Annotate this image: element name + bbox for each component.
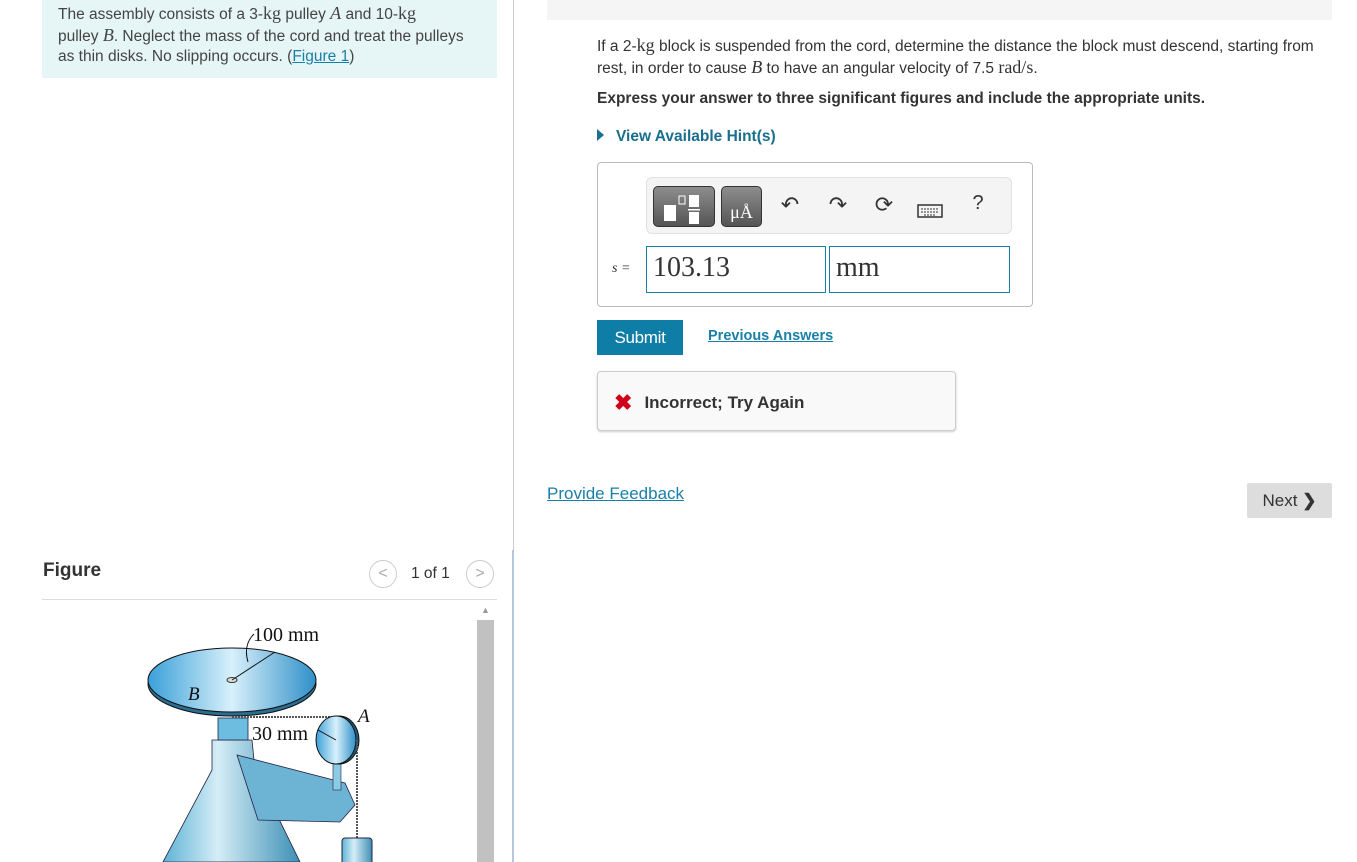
scrollbar-thumb[interactable] bbox=[477, 620, 494, 862]
intro-text: The assembly consists of a 3- bbox=[58, 6, 264, 23]
hint-toggle[interactable]: View Available Hint(s) bbox=[597, 128, 776, 146]
math-toolbar: μÅ ↶ ↷ ⟳ ? bbox=[646, 177, 1012, 234]
close-x-icon: ✖ bbox=[614, 390, 633, 415]
label-100mm: 100 mm bbox=[253, 624, 320, 646]
block bbox=[341, 837, 373, 862]
caret-right-icon bbox=[597, 129, 604, 141]
next-button[interactable]: Next ❯ bbox=[1247, 483, 1332, 518]
label-b: B bbox=[188, 684, 200, 705]
reset-icon[interactable]: ⟳ bbox=[869, 192, 899, 218]
unit-kg: kg bbox=[636, 35, 655, 55]
unit-rad-s: rad/s bbox=[998, 57, 1034, 77]
unit-kg: kg bbox=[398, 3, 417, 23]
provide-feedback-link[interactable]: Provide Feedback bbox=[547, 484, 684, 504]
top-bar bbox=[547, 0, 1332, 20]
question-text: If a 2-kg block is suspended from the co… bbox=[597, 35, 1327, 79]
figure-scrollbar[interactable]: ▲ bbox=[477, 605, 494, 862]
pulley-figure: 100 mm B A 30 mm bbox=[147, 624, 373, 862]
intro-text: and 10- bbox=[341, 6, 399, 23]
var-a: A bbox=[330, 3, 342, 23]
instructions: Express your answer to three significant… bbox=[597, 90, 1206, 107]
figure-counter: 1 of 1 bbox=[411, 565, 450, 582]
figure-title: Figure bbox=[43, 560, 102, 581]
units-input[interactable]: mm bbox=[829, 246, 1010, 293]
previous-answers-link[interactable]: Previous Answers bbox=[708, 328, 833, 344]
intro-text: pulley bbox=[58, 28, 103, 45]
intro-text: . Neglect the mass of the cord and treat… bbox=[58, 28, 464, 65]
feedback-box: ✖ Incorrect; Try Again bbox=[597, 371, 956, 431]
hint-label: View Available Hint(s) bbox=[616, 128, 776, 145]
q-text: . bbox=[1033, 60, 1038, 77]
label-a: A bbox=[356, 706, 370, 727]
scroll-up-icon[interactable]: ▲ bbox=[477, 605, 494, 620]
divider bbox=[513, 0, 514, 550]
submit-button[interactable]: Submit bbox=[597, 320, 683, 355]
problem-intro: The assembly consists of a 3-kg pulley A… bbox=[42, 0, 497, 78]
var-b: B bbox=[102, 25, 114, 45]
keyboard-icon[interactable] bbox=[915, 198, 945, 224]
next-figure-button[interactable]: > bbox=[466, 560, 494, 588]
value-input[interactable]: 103.13 bbox=[646, 246, 826, 293]
feedback-text: Incorrect; Try Again bbox=[644, 393, 805, 412]
redo-icon[interactable]: ↷ bbox=[823, 192, 853, 218]
unit-kg: kg bbox=[263, 3, 282, 23]
next-label: Next bbox=[1262, 491, 1298, 510]
units-button[interactable]: μÅ bbox=[721, 186, 762, 227]
q-text: to have an angular velocity of 7.5 bbox=[762, 60, 999, 77]
label-30mm: 30 mm bbox=[252, 723, 309, 745]
figure-link[interactable]: Figure 1 bbox=[292, 48, 349, 65]
help-icon[interactable]: ? bbox=[963, 192, 993, 215]
answer-box: μÅ ↶ ↷ ⟳ ? s = 103.13 mm bbox=[597, 162, 1033, 307]
intro-text: ) bbox=[349, 48, 355, 65]
divider bbox=[512, 550, 514, 862]
answer-label: s = bbox=[612, 261, 631, 276]
undo-icon[interactable]: ↶ bbox=[775, 192, 805, 218]
templates-icon[interactable] bbox=[653, 186, 715, 227]
intro-text: pulley bbox=[281, 6, 331, 23]
chevron-right-icon: ❯ bbox=[1302, 491, 1317, 510]
var-b: B bbox=[751, 57, 763, 77]
prev-figure-button[interactable]: < bbox=[369, 560, 397, 588]
q-text: If a 2- bbox=[597, 38, 637, 55]
